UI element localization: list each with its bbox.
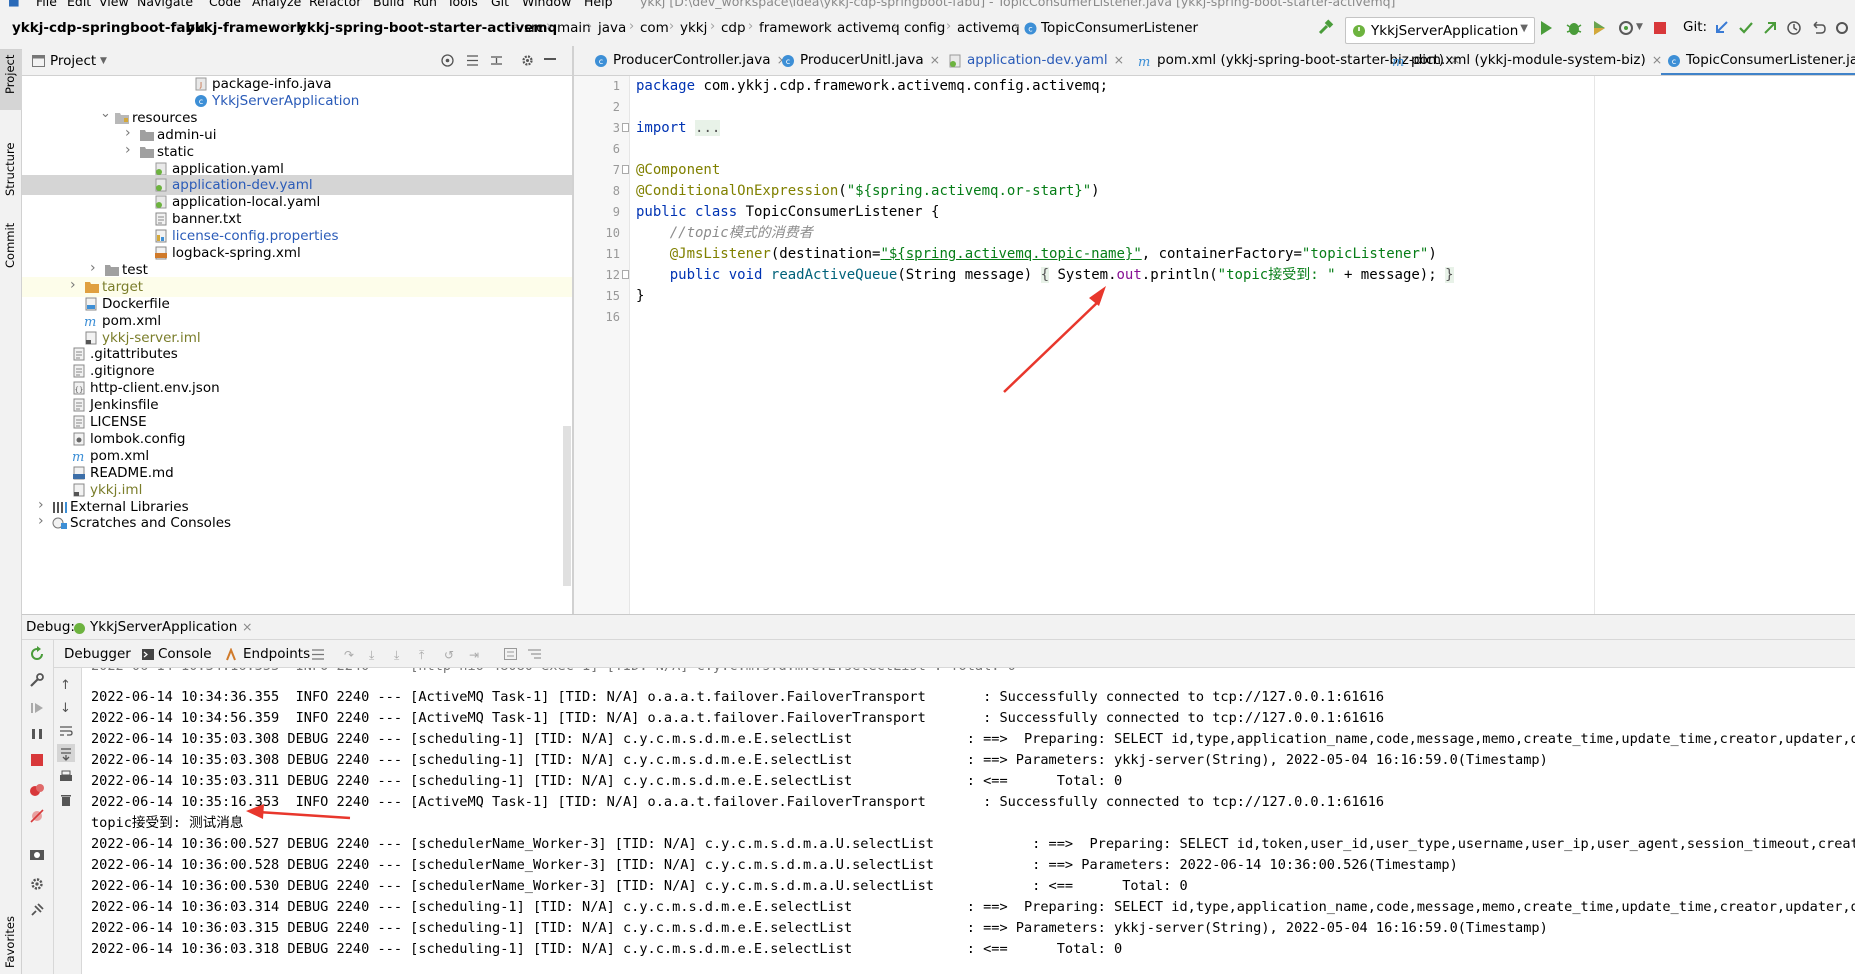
annotation-arrow-console [246,804,351,820]
